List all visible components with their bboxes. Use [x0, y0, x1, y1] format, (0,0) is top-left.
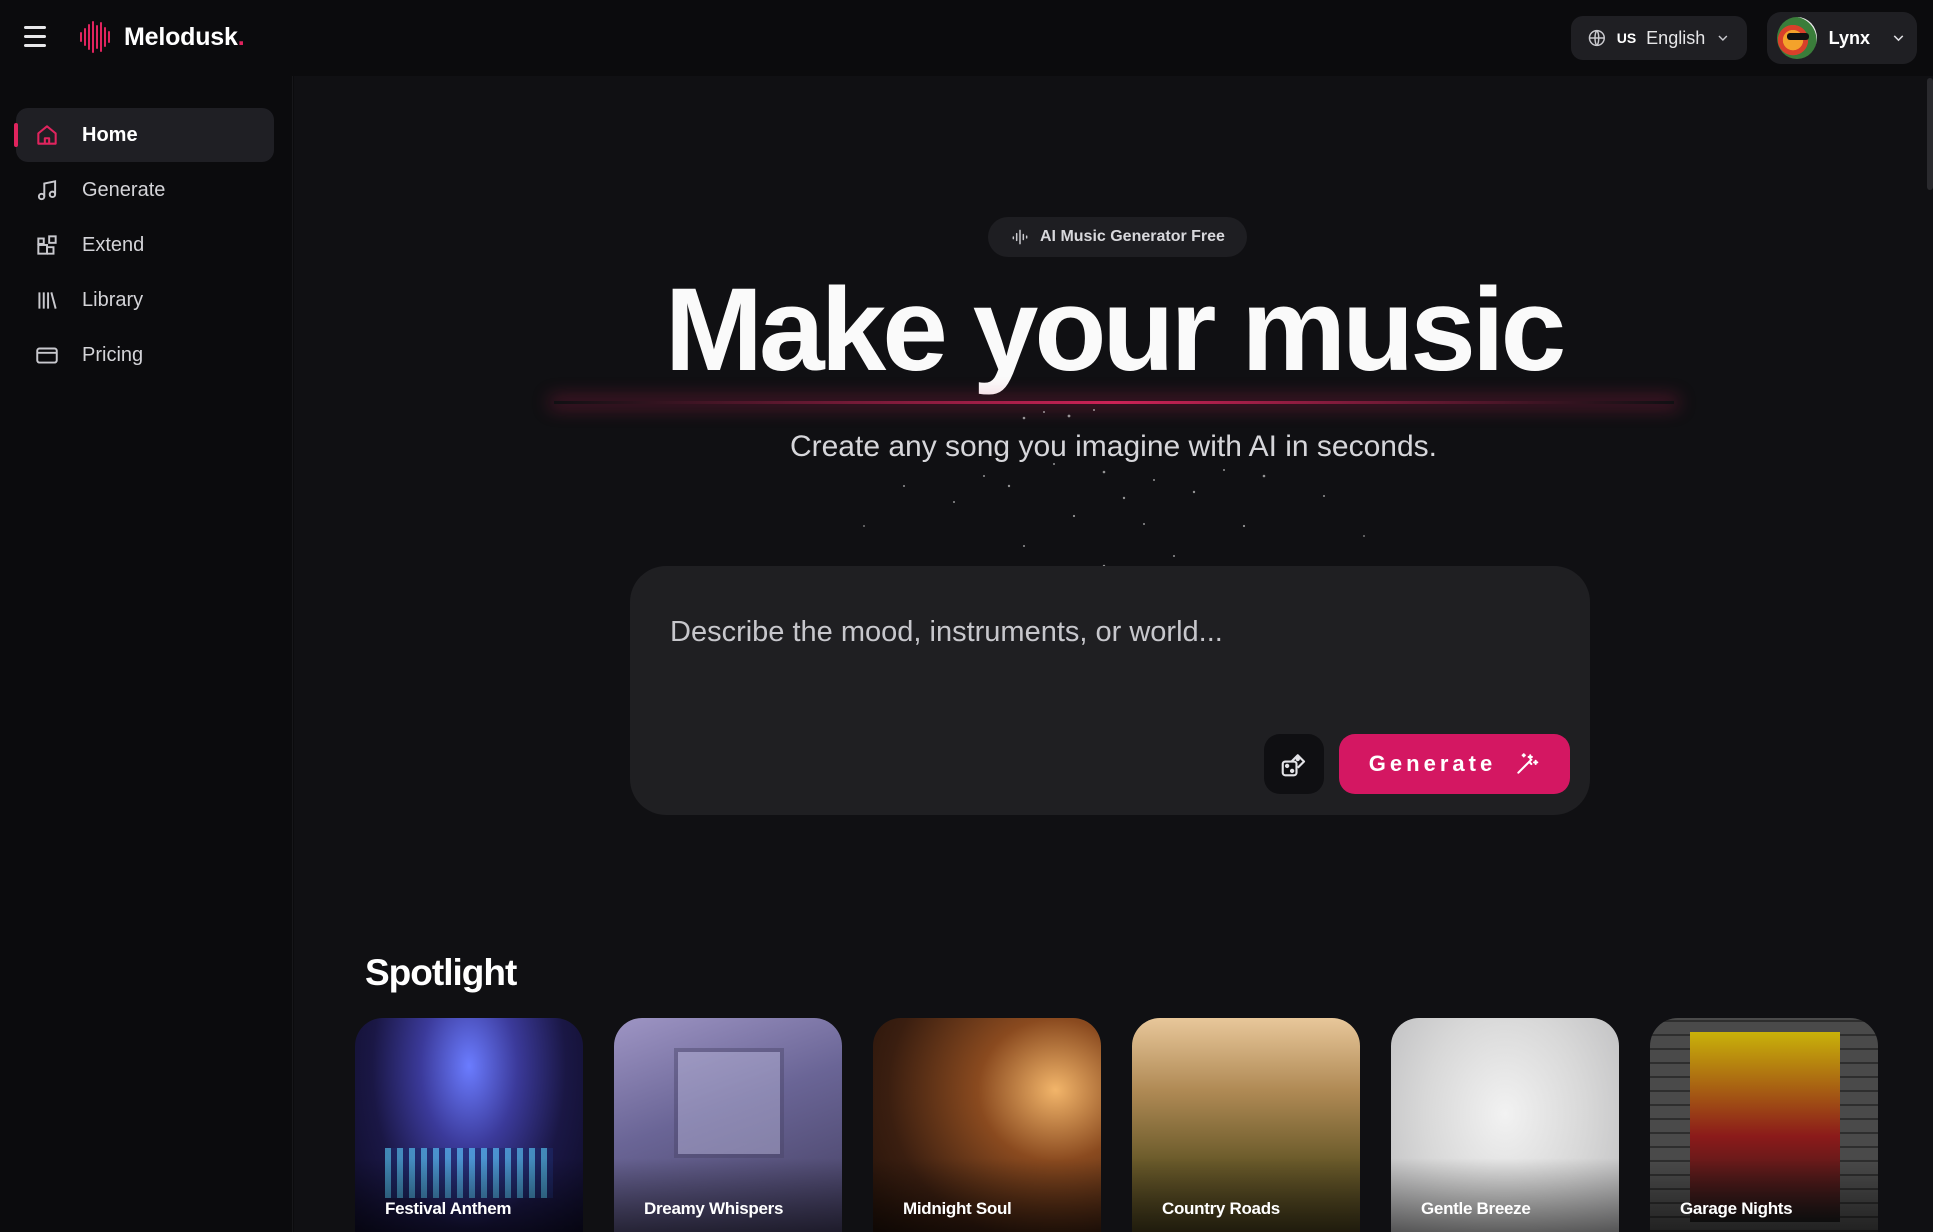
spotlight-card-midnight-soul[interactable]: Midnight Soul [873, 1018, 1101, 1232]
sidebar-item-home[interactable]: Home [14, 108, 274, 162]
chevron-down-icon [1718, 35, 1728, 41]
spotlight-card-dreamy-whispers[interactable]: Dreamy Whispers [614, 1018, 842, 1232]
sidebar-item-label: Library [82, 288, 144, 311]
library-icon [38, 292, 57, 309]
user-menu[interactable]: Lynx [1767, 12, 1917, 64]
scrollbar[interactable] [1927, 78, 1933, 190]
language-selector[interactable]: US English [1571, 16, 1747, 60]
music-note-icon [37, 180, 57, 201]
credit-card-icon [36, 347, 58, 364]
card-title: Festival Anthem [385, 1199, 512, 1218]
language-label: English [1646, 27, 1706, 48]
card-title: Garage Nights [1680, 1199, 1793, 1218]
sidebar-item-pricing[interactable]: Pricing [16, 328, 274, 382]
sidebar-item-generate[interactable]: Generate [16, 163, 274, 217]
card-title: Gentle Breeze [1421, 1199, 1531, 1218]
generate-button-label: Generate [1368, 751, 1497, 776]
spotlight-cards: Festival Anthem Dreamy Whispers Midnight… [355, 1018, 1878, 1232]
card-title: Country Roads [1162, 1199, 1280, 1218]
sidebar: Home Generate Extend Library Pricing [0, 76, 293, 1232]
sidebar-item-label: Pricing [82, 343, 144, 366]
waveform-icon [1012, 229, 1028, 245]
user-name: Lynx [1828, 27, 1870, 48]
main-content: AI Music Generator Free Make your music … [294, 76, 1933, 1232]
sidebar-item-label: Generate [82, 178, 166, 201]
spotlight-card-country-roads[interactable]: Country Roads [1132, 1018, 1360, 1232]
card-title: Midnight Soul [903, 1199, 1012, 1218]
spotlight-card-festival-anthem[interactable]: Festival Anthem [355, 1018, 583, 1232]
waveform-logo-icon [80, 20, 112, 54]
home-icon [37, 125, 57, 145]
magic-wand-icon [1517, 753, 1539, 774]
chevron-down-icon [1893, 35, 1904, 42]
sidebar-item-label: Extend [82, 233, 145, 256]
prompt-input[interactable] [670, 602, 1530, 662]
hero-subtitle: Create any song you imagine with AI in s… [789, 430, 1438, 463]
page-title: Make your music [664, 264, 1566, 396]
globe-icon [1588, 29, 1605, 47]
random-prompt-button[interactable] [1264, 734, 1324, 794]
app-logo[interactable]: Melodusk. [80, 20, 245, 54]
sidebar-item-library[interactable]: Library [16, 273, 274, 327]
dice-icon [1281, 754, 1306, 777]
sidebar-item-extend[interactable]: Extend [16, 218, 274, 272]
spotlight-card-gentle-breeze[interactable]: Gentle Breeze [1391, 1018, 1619, 1232]
generate-button[interactable]: Generate [1339, 734, 1570, 794]
menu-icon[interactable] [24, 26, 52, 50]
prompt-panel: Generate [630, 566, 1590, 815]
sidebar-item-label: Home [82, 123, 138, 146]
extend-icon [37, 235, 57, 255]
top-bar: Melodusk. US English Lynx [0, 0, 1933, 76]
language-flag: US [1616, 30, 1637, 46]
app-name: Melodusk [124, 22, 238, 51]
title-glow-line [554, 401, 1674, 404]
card-title: Dreamy Whispers [644, 1199, 784, 1218]
hero-badge-label: AI Music Generator Free [1040, 228, 1225, 245]
spotlight-title: Spotlight [365, 952, 517, 993]
avatar [1777, 17, 1817, 59]
spotlight-card-garage-nights[interactable]: Garage Nights [1650, 1018, 1878, 1232]
app-name-dot: . [237, 22, 245, 51]
hero-badge: AI Music Generator Free [988, 217, 1247, 257]
